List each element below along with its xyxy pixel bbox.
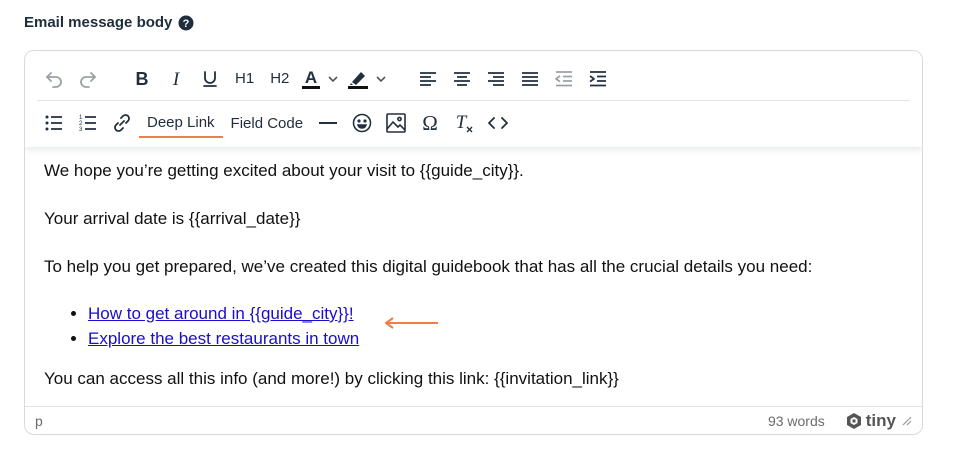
heading-2-label: H2	[270, 70, 290, 87]
editor-statusbar: p 93 words tiny	[25, 406, 922, 434]
align-center-button[interactable]	[445, 63, 479, 95]
list-item: How to get around in {{guide_city}}!	[88, 301, 904, 326]
rich-text-editor: B I H1 H2 A 1 2 3 Deep Link Field Code Ω…	[24, 50, 923, 435]
indent-button[interactable]	[581, 63, 615, 95]
align-left-icon	[420, 71, 437, 86]
deep-link-button[interactable]: Deep Link	[139, 108, 223, 138]
link-button[interactable]	[105, 107, 139, 139]
arrow-annotation-icon	[385, 317, 438, 329]
link-restaurants[interactable]: Explore the best restaurants in town	[88, 329, 359, 348]
image-button[interactable]	[379, 107, 413, 139]
paragraph-guidebook: To help you get prepared, we’ve created …	[44, 257, 813, 276]
paragraph-intro: We hope you’re getting excited about you…	[44, 161, 524, 180]
deep-link-label: Deep Link	[147, 113, 215, 131]
align-right-button[interactable]	[479, 63, 513, 95]
align-right-icon	[488, 71, 505, 86]
text-color-icon: A	[302, 68, 321, 89]
field-label-text: Email message body	[24, 14, 173, 31]
undo-icon	[46, 71, 62, 88]
special-char-icon: Ω	[422, 112, 438, 134]
text-color-button[interactable]: A	[297, 63, 343, 95]
bullet-list-icon	[45, 115, 62, 131]
svg-text:B: B	[136, 69, 149, 89]
align-center-icon	[454, 71, 471, 86]
link-list: How to get around in {{guide_city}}! Exp…	[44, 301, 904, 351]
word-count[interactable]: 93 words	[768, 413, 825, 429]
undo-button[interactable]	[37, 63, 71, 95]
highlight-color-button[interactable]	[343, 63, 391, 95]
special-character-button[interactable]: Ω	[413, 107, 447, 139]
svg-text:I: I	[172, 69, 181, 89]
outdent-button[interactable]	[547, 63, 581, 95]
editor-toolbar: B I H1 H2 A 1 2 3 Deep Link Field Code Ω…	[25, 51, 922, 147]
field-code-label: Field Code	[230, 114, 304, 132]
image-icon	[386, 113, 406, 133]
italic-icon: I	[172, 69, 181, 89]
chevron-down-icon	[376, 75, 386, 82]
svg-text:?: ?	[183, 18, 190, 30]
chevron-down-icon	[328, 75, 338, 82]
editor-content[interactable]: We hope you’re getting excited about you…	[25, 147, 922, 406]
emoji-icon	[352, 113, 372, 133]
indent-icon	[589, 70, 607, 86]
justify-button[interactable]	[513, 63, 547, 95]
toolbar-row-formatting: B I H1 H2 A	[37, 57, 910, 101]
redo-button[interactable]	[71, 63, 105, 95]
field-code-button[interactable]: Field Code	[223, 107, 312, 139]
heading-1-button[interactable]: H1	[227, 63, 262, 95]
paragraph-invitation: You can access all this info (and more!)…	[44, 369, 619, 388]
numbered-list-icon: 123	[79, 115, 96, 133]
bold-button[interactable]: B	[125, 63, 159, 95]
source-code-button[interactable]	[481, 107, 515, 139]
redo-icon	[80, 71, 96, 88]
tiny-branding[interactable]: tiny	[845, 411, 896, 431]
resize-handle-icon[interactable]	[902, 416, 912, 426]
heading-1-label: H1	[235, 70, 255, 87]
highlight-icon	[348, 71, 369, 89]
field-label: Email message body ?	[24, 14, 194, 31]
underline-button[interactable]	[193, 63, 227, 95]
clear-format-icon: T	[456, 112, 473, 133]
list-item: Explore the best restaurants in town	[88, 326, 904, 351]
link-icon	[114, 114, 130, 132]
tiny-brand-label: tiny	[865, 410, 896, 430]
numbered-list-button[interactable]: 123	[71, 107, 105, 139]
horizontal-rule-icon	[319, 122, 338, 124]
svg-text:T: T	[456, 112, 468, 133]
source-code-icon	[488, 117, 508, 129]
underline-icon	[203, 70, 217, 87]
svg-text:3: 3	[79, 127, 83, 133]
heading-2-button[interactable]: H2	[262, 63, 297, 95]
outdent-icon	[555, 70, 573, 86]
justify-icon	[522, 71, 539, 86]
bullet-list-button[interactable]	[37, 107, 71, 139]
bold-icon: B	[136, 69, 149, 89]
svg-text:Ω: Ω	[422, 112, 438, 134]
horizontal-rule-button[interactable]	[311, 107, 345, 139]
svg-text:A: A	[305, 68, 317, 87]
clear-formatting-button[interactable]: T	[447, 107, 481, 139]
tiny-logo-icon	[846, 412, 861, 429]
italic-button[interactable]: I	[159, 63, 193, 95]
emoji-button[interactable]	[345, 107, 379, 139]
link-get-around[interactable]: How to get around in {{guide_city}}!	[88, 304, 354, 323]
align-left-button[interactable]	[411, 63, 445, 95]
element-path[interactable]: p	[35, 413, 43, 429]
toolbar-row-insert: 123 Deep Link Field Code Ω T	[37, 101, 910, 145]
help-icon[interactable]: ?	[178, 15, 194, 31]
paragraph-arrival: Your arrival date is {{arrival_date}}	[44, 209, 301, 228]
